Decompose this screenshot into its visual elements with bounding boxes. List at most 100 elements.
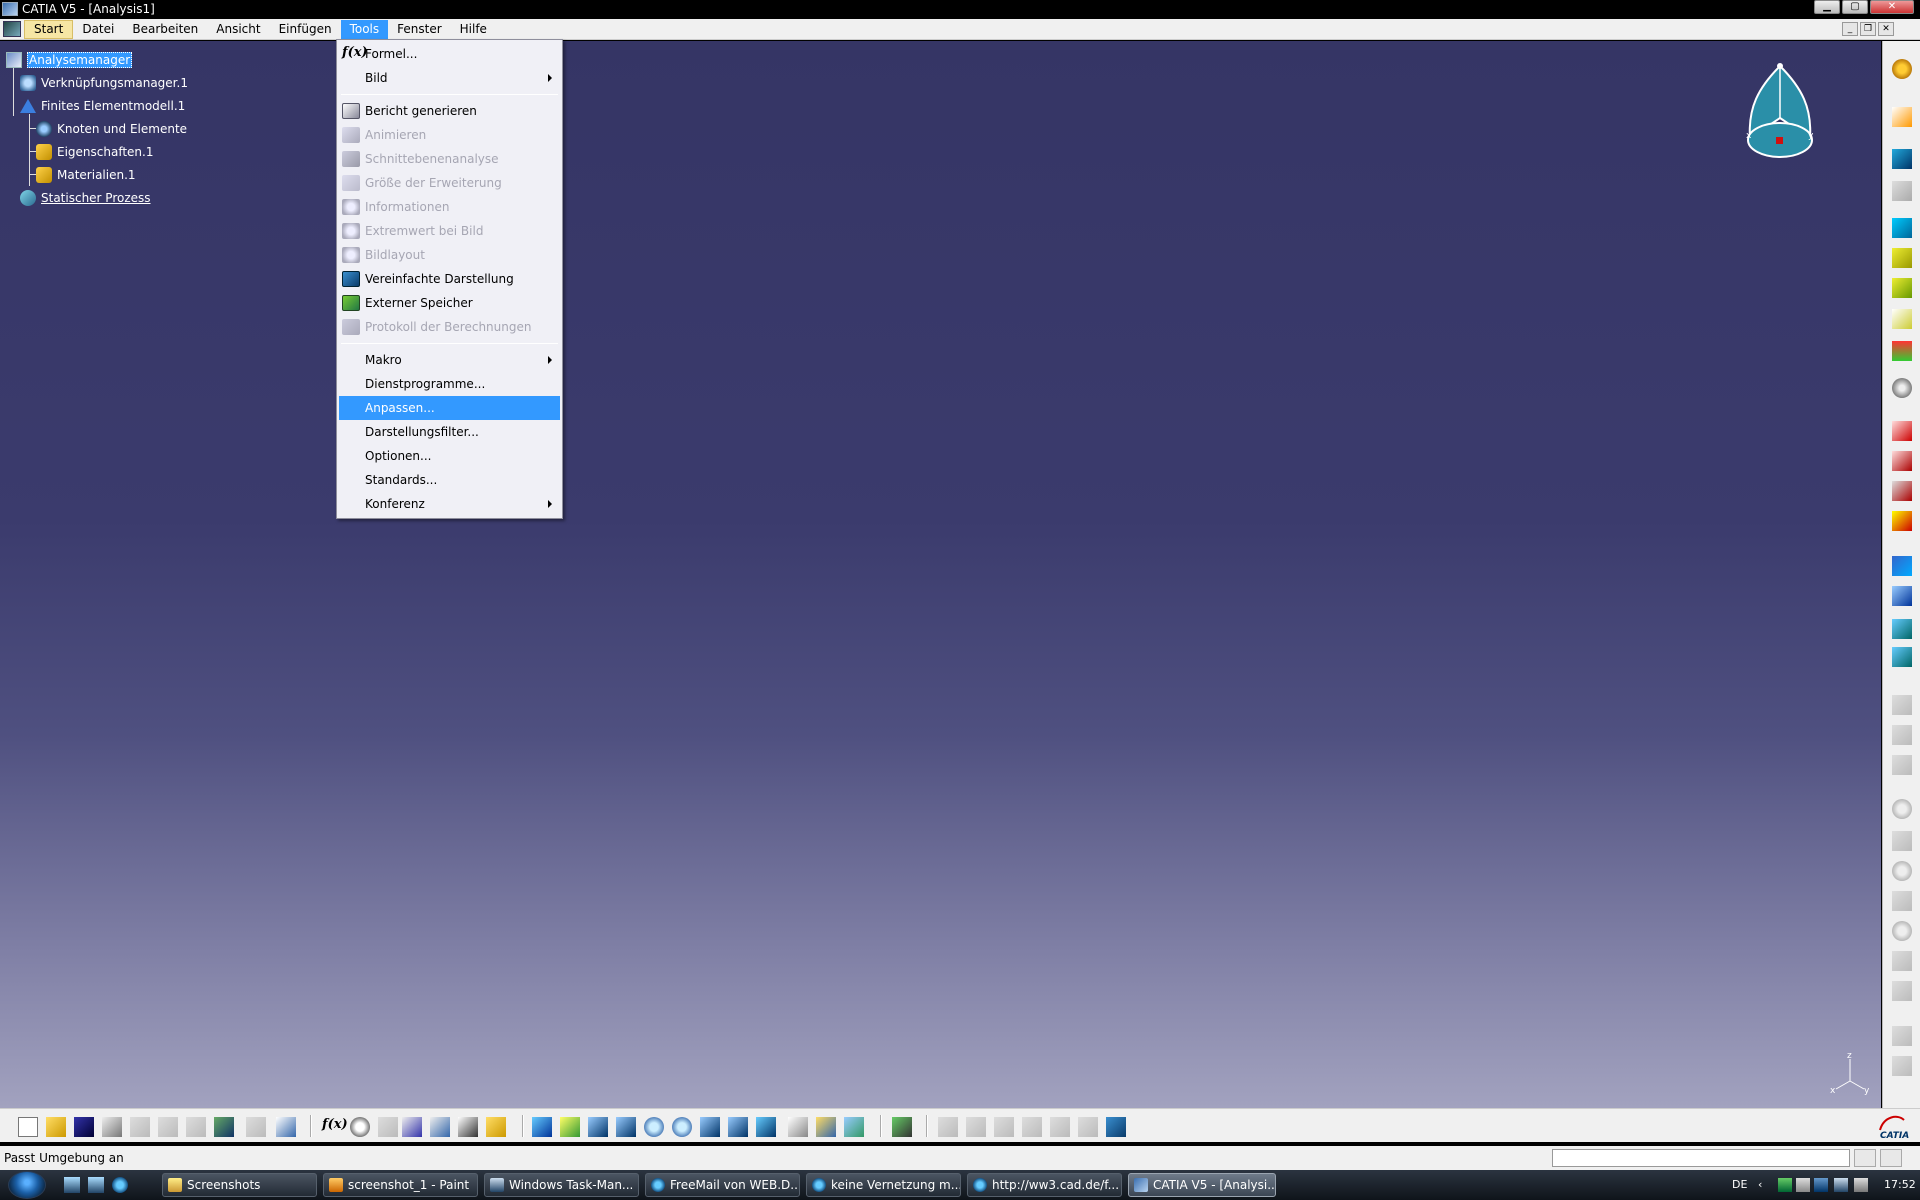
document-icon[interactable]: [3, 21, 21, 37]
mesh-octree-icon[interactable]: [1892, 181, 1912, 201]
von-mises-stress-icon[interactable]: [1892, 647, 1912, 667]
analysis-tree-icon[interactable]: [892, 1117, 912, 1137]
language-indicator[interactable]: DE: [1732, 1178, 1747, 1191]
extrema-icon[interactable]: [1892, 921, 1912, 941]
menu-item-konferenz[interactable]: Konferenz: [339, 492, 560, 516]
menu-item-formel[interactable]: f(x) Formel...: [339, 42, 560, 66]
solid-property-icon[interactable]: [1892, 218, 1912, 238]
animate-icon[interactable]: [1892, 831, 1912, 851]
3d-viewport[interactable]: Analysemanager Verknüpfungsmanager.1 Fin…: [0, 41, 1881, 1108]
whats-this-help-icon[interactable]: [276, 1117, 296, 1137]
normal-view-icon[interactable]: [700, 1117, 720, 1137]
beam-property-icon[interactable]: [1892, 278, 1912, 298]
anim-tool-icon[interactable]: [938, 1117, 958, 1137]
restraint-clamp-icon[interactable]: [1892, 341, 1912, 361]
formula-icon[interactable]: f(x): [322, 1117, 348, 1137]
scale-tool-icon[interactable]: [994, 1117, 1014, 1137]
lock-icon[interactable]: [458, 1117, 478, 1137]
clock[interactable]: 17:52: [1884, 1178, 1916, 1191]
catalog-icon[interactable]: [486, 1117, 506, 1137]
doc-restore-button[interactable]: ❐: [1860, 22, 1876, 36]
cut-icon[interactable]: [130, 1117, 150, 1137]
iso-view-icon[interactable]: [756, 1117, 776, 1137]
copy-icon[interactable]: [158, 1117, 178, 1137]
taskbar-button-task-manager[interactable]: Windows Task-Man...: [484, 1173, 639, 1197]
doc-close-button[interactable]: ✕: [1878, 22, 1894, 36]
shell-property-icon[interactable]: [1892, 248, 1912, 268]
info-icon[interactable]: [1892, 951, 1912, 971]
sphere-icon[interactable]: [1892, 378, 1912, 398]
menu-einfuegen[interactable]: Einfügen: [270, 20, 341, 39]
info-tool-icon[interactable]: [1022, 1117, 1042, 1137]
taskbar-button-paint[interactable]: screenshot_1 - Paint: [323, 1173, 478, 1197]
menu-item-externer-speicher[interactable]: Externer Speicher: [339, 291, 560, 315]
taskbar-button-catia[interactable]: CATIA V5 - [Analysi...: [1128, 1173, 1276, 1197]
adaptivity-icon[interactable]: [1892, 725, 1912, 745]
rotate-icon[interactable]: [616, 1117, 636, 1137]
menu-item-darstellungsfilter[interactable]: Darstellungsfilter...: [339, 420, 560, 444]
tree-node-static-process[interactable]: Statischer Prozess: [6, 186, 188, 209]
shading-icon[interactable]: [788, 1117, 808, 1137]
undo-icon[interactable]: [214, 1117, 234, 1137]
paste-icon[interactable]: [186, 1117, 206, 1137]
tree-node-properties[interactable]: Eigenschaften.1: [6, 140, 188, 163]
menu-hilfe[interactable]: Hilfe: [451, 20, 496, 39]
compute-all-icon[interactable]: [1892, 586, 1912, 606]
sensor-icon[interactable]: [1892, 695, 1912, 715]
doc-minimize-button[interactable]: _: [1842, 22, 1858, 36]
acceleration-load-icon[interactable]: [1892, 511, 1912, 531]
menu-item-optionen[interactable]: Optionen...: [339, 444, 560, 468]
fit-all-icon[interactable]: [560, 1117, 580, 1137]
taskbar-button-cad-de[interactable]: http://ww3.cad.de/f...: [967, 1173, 1122, 1197]
force-load-icon[interactable]: [1892, 451, 1912, 471]
tree-node-fem-model[interactable]: Finites Elementmodell.1: [6, 94, 188, 117]
open-folder-icon[interactable]: [46, 1117, 66, 1137]
zoom-out-icon[interactable]: [672, 1117, 692, 1137]
simplified-representation-icon[interactable]: [1106, 1117, 1126, 1137]
menu-item-bericht-generieren[interactable]: Bericht generieren: [339, 99, 560, 123]
menu-item-dienstprogramme[interactable]: Dienstprogramme...: [339, 372, 560, 396]
tree-node-link-manager[interactable]: Verknüpfungsmanager.1: [6, 71, 188, 94]
table-icon[interactable]: [402, 1117, 422, 1137]
knowledge-advisor-icon[interactable]: [350, 1117, 370, 1137]
close-button[interactable]: ✕: [1870, 0, 1914, 14]
volume-icon[interactable]: [1854, 1178, 1868, 1192]
tray-icon-3[interactable]: [1814, 1178, 1828, 1192]
new-document-icon[interactable]: [18, 1117, 38, 1137]
tree-expand-icon[interactable]: [430, 1117, 450, 1137]
taskbar-button-vernetzung[interactable]: keine Vernetzung m...: [806, 1173, 961, 1197]
taskbar-button-freemail[interactable]: FreeMail von WEB.D...: [645, 1173, 800, 1197]
layout-tool-icon[interactable]: [1078, 1117, 1098, 1137]
material-icon[interactable]: [1892, 309, 1912, 329]
print-icon[interactable]: [102, 1117, 122, 1137]
analysis-tools-icon[interactable]: [1892, 1056, 1912, 1076]
menu-item-standards[interactable]: Standards...: [339, 468, 560, 492]
menu-fenster[interactable]: Fenster: [388, 20, 451, 39]
internet-explorer-icon[interactable]: [112, 1177, 128, 1193]
tray-icon-2[interactable]: [1796, 1178, 1810, 1192]
menu-ansicht[interactable]: Ansicht: [207, 20, 269, 39]
image-edit-icon[interactable]: [1892, 799, 1912, 819]
select-arrow-icon[interactable]: [1892, 107, 1912, 127]
tree-node-nodes-elements[interactable]: Knoten und Elemente: [6, 117, 188, 140]
extrema-tool-icon[interactable]: [1050, 1117, 1070, 1137]
group-icon[interactable]: [1892, 1026, 1912, 1046]
workbench-settings-icon[interactable]: [1892, 59, 1912, 79]
hide-show-icon[interactable]: [816, 1117, 836, 1137]
amplification-icon[interactable]: [1892, 891, 1912, 911]
menu-item-makro[interactable]: Makro: [339, 348, 560, 372]
maximize-button[interactable]: ▢: [1842, 0, 1868, 14]
pan-icon[interactable]: [588, 1117, 608, 1137]
tree-node-materials[interactable]: Materialien.1: [6, 163, 188, 186]
swap-visible-space-icon[interactable]: [844, 1117, 864, 1137]
compass-icon[interactable]: x y: [1740, 58, 1820, 168]
tray-icon-1[interactable]: [1778, 1178, 1792, 1192]
menu-bearbeiten[interactable]: Bearbeiten: [123, 20, 207, 39]
compute-icon[interactable]: [1892, 556, 1912, 576]
macro-icon[interactable]: [378, 1117, 398, 1137]
menu-item-anpassen[interactable]: Anpassen...: [339, 396, 560, 420]
minimize-button[interactable]: ▁: [1814, 0, 1840, 14]
command-input[interactable]: [1552, 1149, 1850, 1167]
status-panel-button[interactable]: [1854, 1149, 1876, 1167]
save-icon[interactable]: [74, 1117, 94, 1137]
